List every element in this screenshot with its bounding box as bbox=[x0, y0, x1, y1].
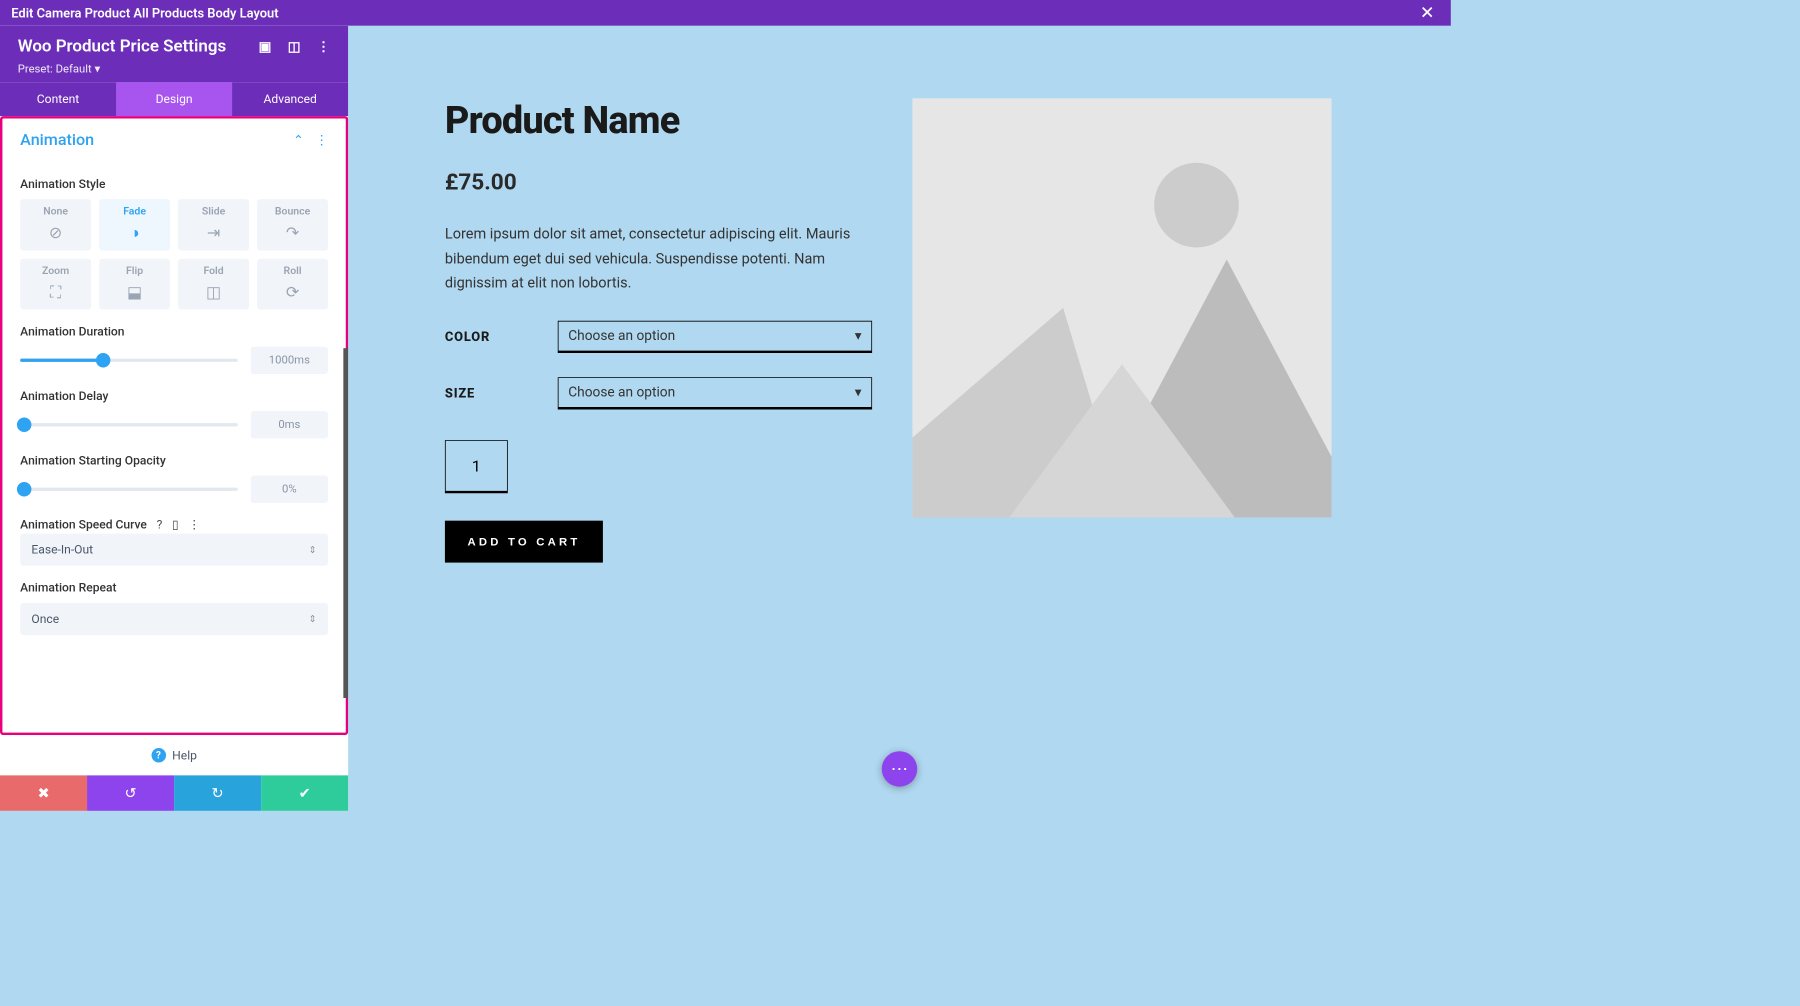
chevron-down-icon: ▾ bbox=[855, 328, 862, 344]
repeat-label: Animation Repeat bbox=[20, 580, 328, 595]
speed-curve-value: Ease-In-Out bbox=[31, 542, 93, 557]
builder-fab-button[interactable]: ⋯ bbox=[882, 751, 917, 786]
columns-icon[interactable]: ◫ bbox=[288, 39, 301, 55]
tab-design[interactable]: Design bbox=[116, 82, 232, 116]
settings-sidebar: Woo Product Price Settings ▣ ◫ ⋮ Preset:… bbox=[0, 26, 348, 811]
opacity-slider[interactable] bbox=[20, 488, 238, 491]
animation-style-bounce[interactable]: Bounce↷ bbox=[257, 199, 328, 251]
size-label: SIZE bbox=[445, 385, 558, 400]
settings-title: Woo Product Price Settings bbox=[18, 37, 226, 56]
undo-button[interactable]: ↺ bbox=[87, 775, 174, 810]
section-title: Animation bbox=[20, 130, 94, 149]
delay-slider[interactable] bbox=[20, 423, 238, 426]
settings-tabs: Content Design Advanced bbox=[0, 82, 348, 116]
animation-style-slide[interactable]: Slide⇥ bbox=[178, 199, 249, 251]
animation-style-grid: None⊘Fade◑Slide⇥Bounce↷ Zoom⛶Flip⬓Fold◫Ro… bbox=[20, 199, 328, 309]
window-titlebar: Edit Camera Product All Products Body La… bbox=[0, 0, 1451, 26]
animation-style-fold[interactable]: Fold◫ bbox=[178, 259, 249, 310]
window-title: Edit Camera Product All Products Body La… bbox=[11, 5, 278, 20]
section-header-animation[interactable]: Animation ⌃ ⋮ bbox=[2, 118, 345, 155]
size-select[interactable]: Choose an option ▾ bbox=[558, 377, 872, 409]
duration-slider[interactable] bbox=[20, 359, 238, 362]
chevron-down-icon: ▾ bbox=[855, 384, 862, 400]
delay-label: Animation Delay bbox=[20, 388, 328, 403]
opacity-value[interactable]: 0% bbox=[251, 476, 328, 503]
bottom-action-bar: ✖ ↺ ↻ ✔ bbox=[0, 775, 348, 810]
size-placeholder: Choose an option bbox=[568, 384, 675, 400]
color-select[interactable]: Choose an option ▾ bbox=[558, 321, 872, 353]
product-price: £75.00 bbox=[445, 168, 872, 195]
sidebar-header: Woo Product Price Settings ▣ ◫ ⋮ Preset:… bbox=[0, 26, 348, 82]
animation-style-none[interactable]: None⊘ bbox=[20, 199, 91, 251]
responsive-icon[interactable]: ▯ bbox=[172, 517, 179, 532]
help-icon[interactable]: ? bbox=[157, 517, 163, 532]
cancel-button[interactable]: ✖ bbox=[0, 775, 87, 810]
section-more-icon[interactable]: ⋮ bbox=[315, 132, 328, 147]
select-caret-icon: ⇕ bbox=[309, 613, 317, 624]
preset-selector[interactable]: Preset: Default bbox=[18, 63, 331, 76]
save-button[interactable]: ✔ bbox=[261, 775, 348, 810]
animation-style-roll[interactable]: Roll⟳ bbox=[257, 259, 328, 310]
product-title: Product Name bbox=[445, 98, 872, 142]
animation-style-flip[interactable]: Flip⬓ bbox=[99, 259, 170, 310]
tab-content[interactable]: Content bbox=[0, 82, 116, 116]
help-label: Help bbox=[172, 748, 197, 763]
product-image-placeholder bbox=[912, 98, 1331, 517]
duration-value[interactable]: 1000ms bbox=[251, 347, 328, 374]
close-icon[interactable]: ✕ bbox=[1415, 3, 1440, 23]
opacity-label: Animation Starting Opacity bbox=[20, 453, 328, 468]
product-preview: Product Name £75.00 Lorem ipsum dolor si… bbox=[348, 26, 1451, 811]
product-description: Lorem ipsum dolor sit amet, consectetur … bbox=[445, 222, 872, 296]
animation-style-zoom[interactable]: Zoom⛶ bbox=[20, 259, 91, 310]
curve-more-icon[interactable]: ⋮ bbox=[188, 517, 200, 532]
repeat-value: Once bbox=[31, 612, 59, 627]
more-icon[interactable]: ⋮ bbox=[317, 39, 331, 55]
duration-label: Animation Duration bbox=[20, 324, 328, 339]
animation-style-label: Animation Style bbox=[20, 177, 328, 192]
tab-advanced[interactable]: Advanced bbox=[232, 82, 348, 116]
chevron-up-icon[interactable]: ⌃ bbox=[293, 132, 304, 147]
select-caret-icon: ⇕ bbox=[309, 544, 317, 555]
color-placeholder: Choose an option bbox=[568, 328, 675, 344]
quantity-input[interactable]: 1 bbox=[445, 440, 508, 493]
color-label: COLOR bbox=[445, 329, 558, 344]
repeat-select[interactable]: Once ⇕ bbox=[20, 603, 328, 635]
help-link[interactable]: ? Help bbox=[0, 735, 348, 775]
animation-panel: Animation ⌃ ⋮ Animation Style None⊘Fade◑… bbox=[0, 116, 348, 735]
animation-style-fade[interactable]: Fade◑ bbox=[99, 199, 170, 251]
speed-curve-label: Animation Speed Curve bbox=[20, 517, 147, 532]
help-badge-icon: ? bbox=[151, 748, 166, 763]
expand-icon[interactable]: ▣ bbox=[259, 39, 272, 55]
add-to-cart-button[interactable]: ADD TO CART bbox=[445, 520, 603, 562]
panel-body: Animation Style None⊘Fade◑Slide⇥Bounce↷ Z… bbox=[2, 156, 345, 652]
speed-curve-select[interactable]: Ease-In-Out ⇕ bbox=[20, 534, 328, 566]
delay-value[interactable]: 0ms bbox=[251, 411, 328, 438]
redo-button[interactable]: ↻ bbox=[174, 775, 261, 810]
